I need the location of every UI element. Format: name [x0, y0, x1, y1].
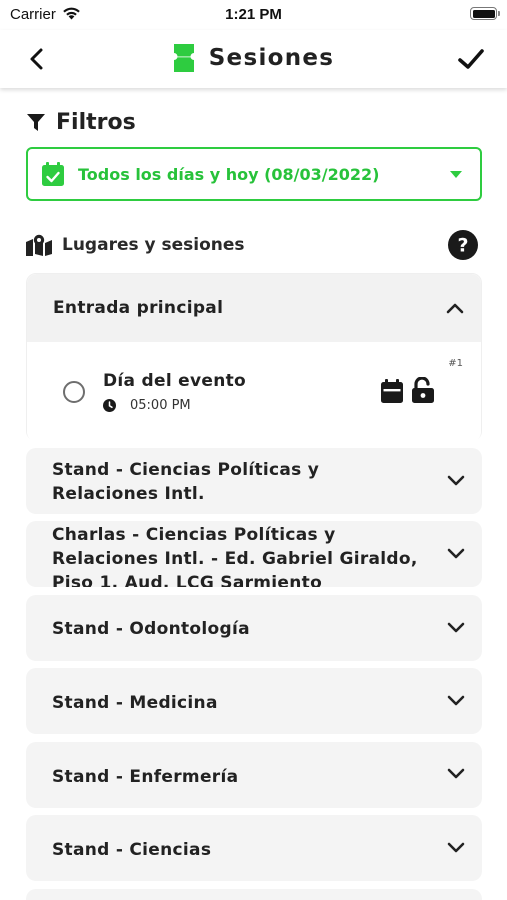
clock-icon	[103, 399, 116, 412]
ticket-icon	[173, 44, 194, 72]
section-entrada-principal: Entrada principal Día del evento 05:00 P…	[26, 273, 482, 442]
lock-open-icon[interactable]	[411, 377, 435, 403]
chevron-down-icon[interactable]	[446, 841, 466, 855]
section-header[interactable]: Entrada principal	[27, 274, 481, 342]
calendar-check-icon	[42, 162, 64, 186]
confirm-button[interactable]	[457, 46, 485, 72]
section-stand-ciencias-politicas[interactable]: Stand - Ciencias Políticas y Relaciones …	[26, 448, 482, 514]
svg-text:?: ?	[457, 235, 468, 257]
section-title: Stand - Odontología	[52, 619, 250, 639]
section-title: Stand - Ciencias	[52, 840, 212, 860]
section-title: Stand - Enfermería	[52, 767, 239, 787]
status-bar: Carrier 1:21 PM	[0, 0, 507, 30]
section-title: Stand - Ciencias Políticas y Relaciones …	[52, 460, 320, 504]
map-marker-icon	[26, 234, 52, 256]
session-item[interactable]: Día del evento 05:00 PM #1	[27, 342, 481, 442]
filter-icon	[27, 114, 45, 131]
section-charlas-ciencias-politicas[interactable]: Charlas - Ciencias Políticas y Relacione…	[26, 521, 482, 587]
chevron-down-icon[interactable]	[446, 547, 466, 561]
chevron-down-icon[interactable]	[446, 694, 466, 708]
battery-icon	[470, 7, 500, 20]
section-title: Entrada principal	[53, 298, 224, 318]
clock-time: 1:21 PM	[225, 6, 282, 23]
session-time-value: 05:00 PM	[130, 398, 191, 413]
section-stand-ciencias[interactable]: Stand - Ciencias	[26, 815, 482, 881]
calendar-icon[interactable]	[381, 379, 403, 403]
date-filter-value: Todos los días y hoy (08/03/2022)	[78, 164, 380, 184]
section-next-partial[interactable]	[26, 889, 482, 900]
navigation-bar: Sesiones	[0, 30, 507, 88]
section-title: Charlas - Ciencias Políticas y Relacione…	[52, 525, 418, 587]
chevron-down-icon[interactable]	[446, 767, 466, 781]
nav-title-group: Sesiones	[0, 42, 507, 74]
session-time: 05:00 PM	[103, 398, 191, 413]
caret-down-icon	[450, 171, 462, 178]
filters-title: Filtros	[56, 109, 136, 135]
help-icon[interactable]: ?	[448, 230, 478, 260]
section-stand-odontologia[interactable]: Stand - Odontología	[26, 595, 482, 661]
page-title: Sesiones	[208, 45, 335, 71]
date-filter-select[interactable]: Todos los días y hoy (08/03/2022)	[26, 147, 482, 201]
section-title: Stand - Medicina	[52, 693, 218, 713]
filters-header: Filtros	[26, 107, 136, 137]
chevron-down-icon[interactable]	[446, 474, 466, 488]
section-stand-medicina[interactable]: Stand - Medicina	[26, 668, 482, 734]
section-stand-enfermeria[interactable]: Stand - Enfermería	[26, 742, 482, 808]
session-radio[interactable]	[63, 381, 85, 403]
places-sessions-label: Lugares y sesiones	[62, 235, 245, 255]
chevron-up-icon[interactable]	[445, 301, 465, 315]
places-sessions-header: Lugares y sesiones ?	[26, 229, 478, 261]
session-name: Día del evento	[103, 371, 247, 391]
chevron-down-icon[interactable]	[446, 621, 466, 635]
session-number: #1	[448, 358, 463, 369]
